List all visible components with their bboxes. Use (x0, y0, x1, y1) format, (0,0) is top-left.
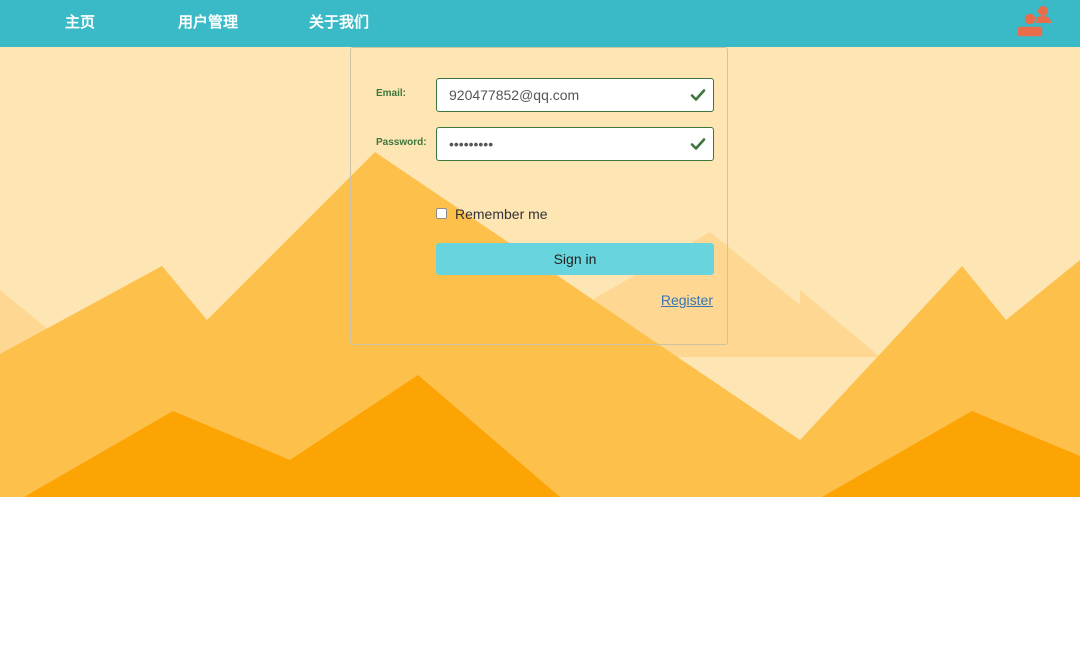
user-group-icon[interactable] (1014, 3, 1054, 41)
remember-me-checkbox[interactable] (436, 208, 447, 219)
nav-item-about-us[interactable]: 关于我们 (309, 11, 369, 32)
nav-item-user-management[interactable]: 用户管理 (178, 11, 238, 32)
password-field[interactable] (437, 128, 689, 160)
checkmark-icon (690, 87, 706, 103)
email-field-wrapper (436, 78, 714, 112)
nav-item-home[interactable]: 主页 (65, 11, 95, 32)
email-label: Email: (376, 88, 407, 99)
remember-me-label[interactable]: Remember me (455, 206, 548, 222)
checkmark-icon (690, 136, 706, 152)
register-link[interactable]: Register (661, 292, 713, 308)
password-field-wrapper (436, 127, 714, 161)
password-label: Password: (376, 137, 427, 148)
top-navbar: 主页 用户管理 关于我们 (0, 0, 1080, 47)
sign-in-button[interactable]: Sign in (436, 243, 714, 275)
login-form: Email: Password: Remember me Sign in Reg… (350, 47, 728, 345)
email-field[interactable] (437, 79, 689, 111)
